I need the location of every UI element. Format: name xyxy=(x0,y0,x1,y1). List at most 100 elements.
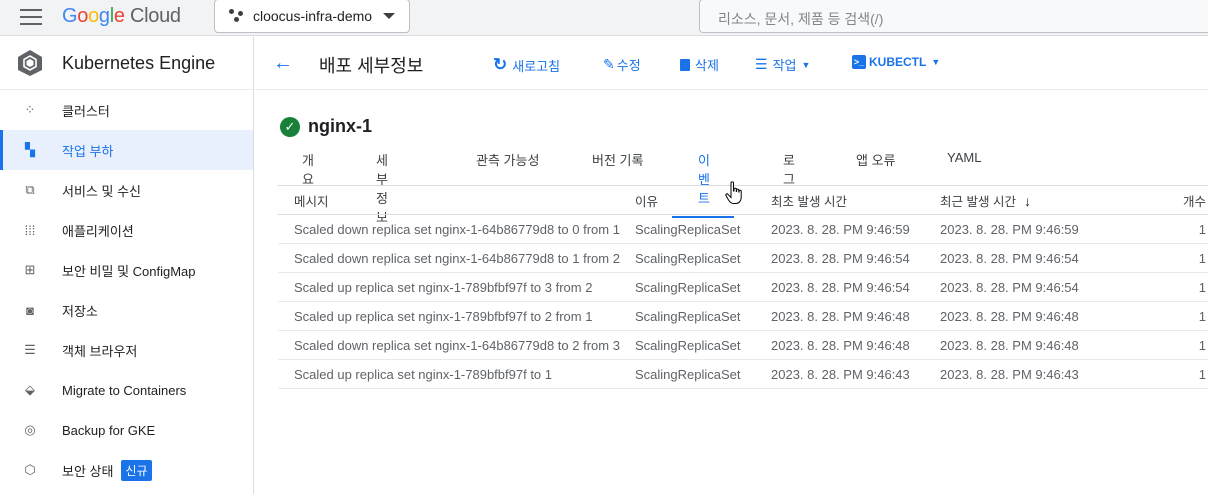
page-title: 배포 세부정보 xyxy=(319,56,424,76)
tab-logs[interactable]: 로그 xyxy=(783,150,795,188)
sidebar-item[interactable]: ☰ 객체 브라우저 xyxy=(0,330,253,370)
services-icon: ⧉ xyxy=(25,182,35,197)
tab-overview[interactable]: 개요 xyxy=(302,150,314,188)
sidebar-item-label: 객체 브라우저 xyxy=(62,343,138,359)
event-last-seen: 2023. 8. 28. PM 9:46:54 xyxy=(940,272,1140,302)
sidebar-item-label: Migrate to Containers xyxy=(62,382,187,398)
google-cloud-logo[interactable]: Google Cloud xyxy=(62,5,181,28)
caret-down-icon: ▼ xyxy=(931,57,941,67)
event-first-seen: 2023. 8. 28. PM 9:46:54 xyxy=(771,243,940,273)
table-header-row: 메시지 이유 최초 발생 시간 최근 발생 시간 ↓ 개수 xyxy=(278,185,1208,215)
event-first-seen: 2023. 8. 28. PM 9:46:43 xyxy=(771,359,940,389)
sort-descending-icon[interactable]: ↓ xyxy=(1024,193,1031,209)
event-message: Scaled up replica set nginx-1-789bfbf97f… xyxy=(278,272,635,302)
tab-observability[interactable]: 관측 가능성 xyxy=(476,150,539,169)
refresh-icon: ↻ xyxy=(493,55,508,74)
event-message: Scaled down replica set nginx-1-64b86779… xyxy=(278,330,635,360)
actions-menu-button[interactable]: ☰ 작업 ▼ xyxy=(755,55,810,74)
column-header-count[interactable]: 개수 xyxy=(1140,185,1208,215)
top-bar: Google Cloud cloocus-infra-demo 리소스, 문서,… xyxy=(0,0,1208,36)
migrate-icon: ⬙ xyxy=(25,382,35,397)
check-circle-icon: ✓ xyxy=(280,116,300,137)
column-header-last-seen[interactable]: 최근 발생 시간 ↓ xyxy=(940,185,1140,215)
sidebar-item-label: Backup for GKE xyxy=(62,422,156,438)
event-last-seen: 2023. 8. 28. PM 9:46:59 xyxy=(940,214,1140,244)
trash-icon xyxy=(680,58,690,71)
back-arrow-icon[interactable]: ← xyxy=(273,52,293,75)
sidebar-item[interactable]: ⁘ 클러스터 xyxy=(0,90,253,130)
sidebar-title: Kubernetes Engine xyxy=(62,52,216,73)
sidebar-header: Kubernetes Engine xyxy=(0,37,253,90)
event-count: 1 xyxy=(1140,359,1208,389)
event-message: Scaled down replica set nginx-1-64b86779… xyxy=(278,214,635,244)
sidebar-item-label: 클러스터 xyxy=(62,103,110,119)
tab-revision-history[interactable]: 버전 기록 xyxy=(592,150,643,169)
sidebar-item[interactable]: ⬙ Migrate to Containers xyxy=(0,370,253,410)
table-row[interactable]: Scaled down replica set nginx-1-64b86779… xyxy=(278,243,1208,273)
security-icon: ⬡ xyxy=(24,462,36,477)
sidebar-item-label: 저장소 xyxy=(62,303,98,319)
event-reason: ScalingReplicaSet xyxy=(635,272,771,302)
sidebar-item-label: 작업 부하 xyxy=(62,143,114,159)
terminal-icon: >_ xyxy=(852,55,866,69)
table-row[interactable]: Scaled up replica set nginx-1-789bfbf97f… xyxy=(278,359,1208,389)
event-message: Scaled up replica set nginx-1-789bfbf97f… xyxy=(278,301,635,331)
backup-icon: ◎ xyxy=(24,422,36,437)
refresh-label: 새로고침 xyxy=(512,58,561,74)
event-message: Scaled down replica set nginx-1-64b86779… xyxy=(278,243,635,273)
sidebar-item[interactable]: ⬡ 보안 상태 신규 xyxy=(0,450,253,490)
event-count: 1 xyxy=(1140,272,1208,302)
sidebar-item[interactable]: ⧉ 서비스 및 수신 xyxy=(0,170,253,210)
table-row[interactable]: Scaled up replica set nginx-1-789bfbf97f… xyxy=(278,272,1208,302)
event-reason: ScalingReplicaSet xyxy=(635,243,771,273)
action-bar: ← 배포 세부정보 ↻ 새로고침 ✎ 수정 삭제 ☰ 작업 ▼ >_ KUBEC… xyxy=(255,37,1208,90)
list-icon: ☰ xyxy=(755,56,768,72)
event-last-seen: 2023. 8. 28. PM 9:46:43 xyxy=(940,359,1140,389)
edit-label: 수정 xyxy=(616,58,641,73)
tab-yaml[interactable]: YAML xyxy=(947,150,981,165)
column-header-first-seen[interactable]: 최초 발생 시간 xyxy=(771,185,940,215)
delete-label: 삭제 xyxy=(695,58,719,73)
actions-label: 작업 xyxy=(772,58,797,73)
event-first-seen: 2023. 8. 28. PM 9:46:59 xyxy=(771,214,940,244)
apps-icon: ⁞⁞⁞ xyxy=(24,222,36,238)
table-row[interactable]: Scaled up replica set nginx-1-789bfbf97f… xyxy=(278,301,1208,331)
sidebar-item[interactable]: ◙ 저장소 xyxy=(0,290,253,330)
sidebar-item-label: 보안 상태 xyxy=(62,463,114,479)
event-reason: ScalingReplicaSet xyxy=(635,359,771,389)
sidebar-item-label: 서비스 및 수신 xyxy=(62,183,141,199)
resource-name: nginx-1 xyxy=(308,116,373,136)
cluster-icon: ⁘ xyxy=(24,102,36,117)
edit-button[interactable]: ✎ 수정 xyxy=(603,55,641,74)
resource-header: ✓ nginx-1 xyxy=(280,116,372,137)
sidebar-item-label: 보안 비밀 및 ConfigMap xyxy=(62,263,196,279)
secrets-icon: ⊞ xyxy=(24,262,36,277)
sidebar-item[interactable]: ⊞ 보안 비밀 및 ConfigMap xyxy=(0,250,253,290)
table-row[interactable]: Scaled down replica set nginx-1-64b86779… xyxy=(278,330,1208,360)
event-count: 1 xyxy=(1140,330,1208,360)
event-message: Scaled up replica set nginx-1-789bfbf97f… xyxy=(278,359,635,389)
event-reason: ScalingReplicaSet xyxy=(635,301,771,331)
menu-icon[interactable] xyxy=(20,9,42,25)
column-header-reason[interactable]: 이유 xyxy=(635,185,771,215)
event-reason: ScalingReplicaSet xyxy=(635,214,771,244)
sidebar-item[interactable]: ⁞⁞⁞ 애플리케이션 xyxy=(0,210,253,250)
delete-button[interactable]: 삭제 xyxy=(680,55,719,74)
sidebar-item[interactable]: ◎ Backup for GKE xyxy=(0,410,253,450)
project-selector[interactable]: cloocus-infra-demo xyxy=(214,0,410,33)
tab-app-errors[interactable]: 앱 오류 xyxy=(856,150,896,169)
event-first-seen: 2023. 8. 28. PM 9:46:48 xyxy=(771,301,940,331)
table-row[interactable]: Scaled down replica set nginx-1-64b86779… xyxy=(278,214,1208,244)
last-seen-label: 최근 발생 시간 xyxy=(940,194,1016,209)
event-reason: ScalingReplicaSet xyxy=(635,330,771,360)
sidebar-item[interactable]: ▚ 작업 부하 xyxy=(0,130,253,170)
search-input[interactable]: 리소스, 문서, 제품 등 검색(/) xyxy=(699,0,1208,33)
column-header-message[interactable]: 메시지 xyxy=(278,185,635,215)
workloads-icon: ▚ xyxy=(25,142,35,157)
event-first-seen: 2023. 8. 28. PM 9:46:54 xyxy=(771,272,940,302)
event-last-seen: 2023. 8. 28. PM 9:46:48 xyxy=(940,301,1140,331)
refresh-button[interactable]: ↻ 새로고침 xyxy=(493,55,560,75)
kubectl-menu-button[interactable]: >_ KUBECTL ▼ xyxy=(852,55,940,69)
kubernetes-engine-icon xyxy=(18,50,42,76)
event-count: 1 xyxy=(1140,214,1208,244)
